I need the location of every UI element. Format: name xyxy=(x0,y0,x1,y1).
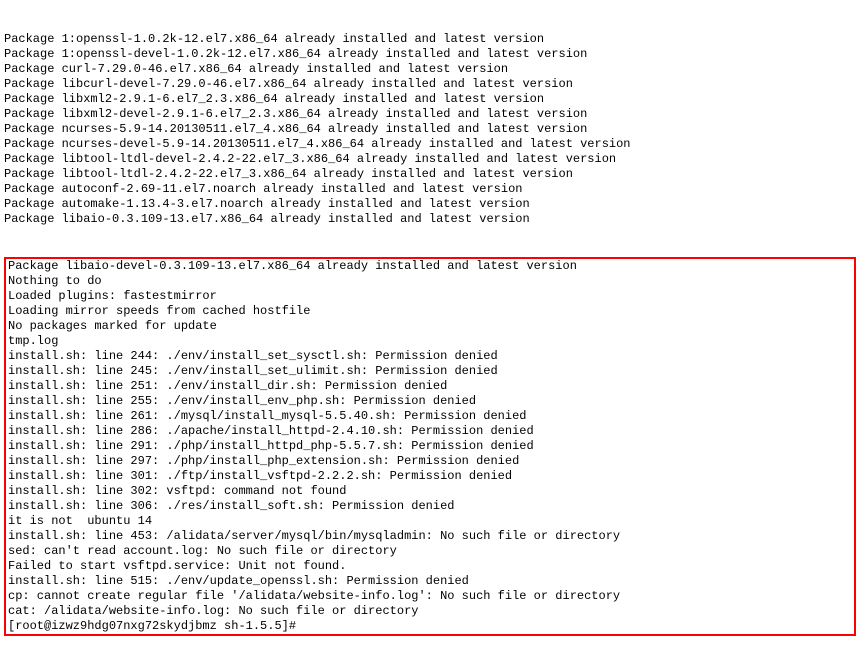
output-line: install.sh: line 306: ./res/install_soft… xyxy=(8,499,852,514)
output-line: Package libaio-0.3.109-13.el7.x86_64 alr… xyxy=(4,212,856,227)
output-line: install.sh: line 286: ./apache/install_h… xyxy=(8,424,852,439)
output-line: Package libxml2-2.9.1-6.el7_2.3.x86_64 a… xyxy=(4,92,856,107)
output-line: install.sh: line 251: ./env/install_dir.… xyxy=(8,379,852,394)
output-line: cat: /alidata/website-info.log: No such … xyxy=(8,604,852,619)
shell-prompt[interactable]: [root@izwz9hdg07nxg72skydjbmz sh-1.5.5]# xyxy=(8,619,852,634)
output-line: Package automake-1.13.4-3.el7.noarch alr… xyxy=(4,197,856,212)
output-line: Package 1:openssl-1.0.2k-12.el7.x86_64 a… xyxy=(4,32,856,47)
highlighted-error-box: Package libaio-devel-0.3.109-13.el7.x86_… xyxy=(4,257,856,636)
output-line: Package curl-7.29.0-46.el7.x86_64 alread… xyxy=(4,62,856,77)
output-line: cp: cannot create regular file '/alidata… xyxy=(8,589,852,604)
output-line: Package ncurses-devel-5.9-14.20130511.el… xyxy=(4,137,856,152)
output-line: Package libxml2-devel-2.9.1-6.el7_2.3.x8… xyxy=(4,107,856,122)
output-line: Package libtool-ltdl-2.4.2-22.el7_3.x86_… xyxy=(4,167,856,182)
output-line: No packages marked for update xyxy=(8,319,852,334)
output-line: install.sh: line 301: ./ftp/install_vsft… xyxy=(8,469,852,484)
output-line: install.sh: line 291: ./php/install_http… xyxy=(8,439,852,454)
output-line: install.sh: line 302: vsftpd: command no… xyxy=(8,484,852,499)
terminal-output: Package 1:openssl-1.0.2k-12.el7.x86_64 a… xyxy=(4,2,856,651)
output-line: it is not ubuntu 14 xyxy=(8,514,852,529)
output-line: install.sh: line 515: ./env/update_opens… xyxy=(8,574,852,589)
output-line: install.sh: line 245: ./env/install_set_… xyxy=(8,364,852,379)
output-line: Nothing to do xyxy=(8,274,852,289)
output-line: install.sh: line 453: /alidata/server/my… xyxy=(8,529,852,544)
output-line: Package autoconf-2.69-11.el7.noarch alre… xyxy=(4,182,856,197)
output-line: tmp.log xyxy=(8,334,852,349)
output-line: Loaded plugins: fastestmirror xyxy=(8,289,852,304)
output-line: Package libtool-ltdl-devel-2.4.2-22.el7_… xyxy=(4,152,856,167)
output-line: install.sh: line 255: ./env/install_env_… xyxy=(8,394,852,409)
output-line: Package libaio-devel-0.3.109-13.el7.x86_… xyxy=(8,259,852,274)
output-line: Failed to start vsftpd.service: Unit not… xyxy=(8,559,852,574)
output-line: install.sh: line 297: ./php/install_php_… xyxy=(8,454,852,469)
output-line: Loading mirror speeds from cached hostfi… xyxy=(8,304,852,319)
output-line: Package ncurses-5.9-14.20130511.el7_4.x8… xyxy=(4,122,856,137)
output-line: sed: can't read account.log: No such fil… xyxy=(8,544,852,559)
output-line: Package 1:openssl-devel-1.0.2k-12.el7.x8… xyxy=(4,47,856,62)
output-line: Package libcurl-devel-7.29.0-46.el7.x86_… xyxy=(4,77,856,92)
package-status-section: Package 1:openssl-1.0.2k-12.el7.x86_64 a… xyxy=(4,32,856,227)
output-line: install.sh: line 261: ./mysql/install_my… xyxy=(8,409,852,424)
output-line: install.sh: line 244: ./env/install_set_… xyxy=(8,349,852,364)
